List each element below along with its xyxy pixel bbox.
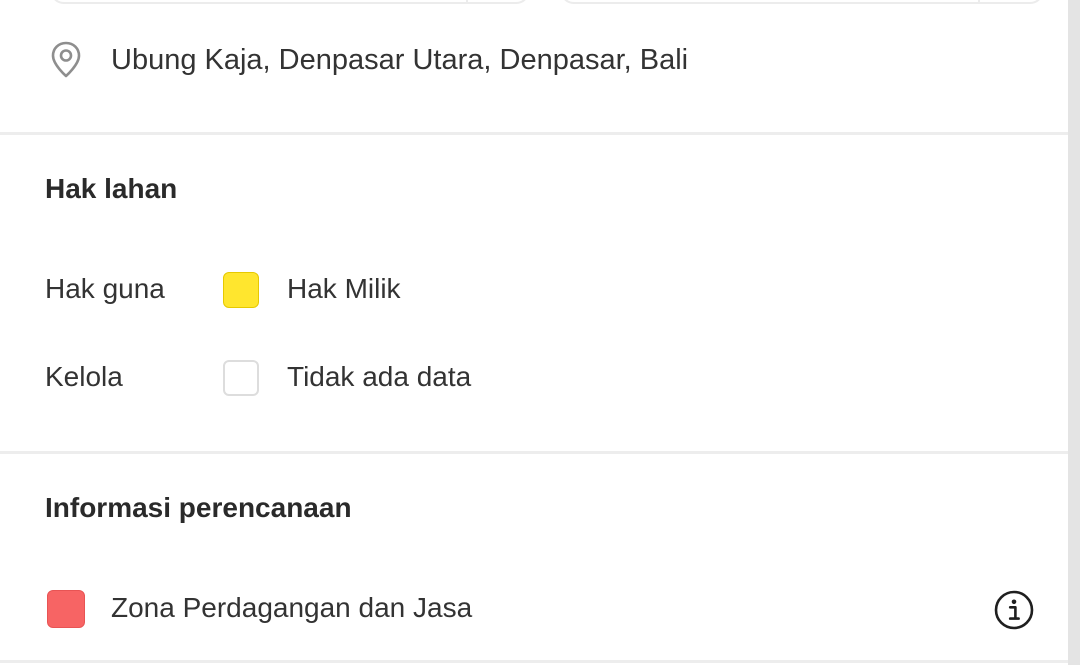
land-right-label-manage: Kelola [45, 361, 123, 392]
top-input-right-separator [978, 0, 980, 2]
land-right-value-manage: Tidak ada data [287, 361, 472, 392]
divider-middle [0, 451, 1068, 454]
land-right-label-use: Hak guna [45, 273, 165, 304]
zone-label: Zona Perdagangan dan Jasa [111, 592, 473, 623]
property-info-panel: Ubung Kaja, Denpasar Utara, Denpasar, Ba… [0, 0, 1068, 665]
info-icon[interactable] [993, 589, 1035, 631]
land-rights-title: Hak lahan [45, 173, 178, 204]
top-input-left-separator [466, 0, 468, 2]
address-row: Ubung Kaja, Denpasar Utara, Denpasar, Ba… [0, 30, 1068, 90]
land-right-value-use: Hak Milik [287, 273, 401, 304]
land-right-swatch-use [223, 272, 259, 308]
location-pin-icon [51, 41, 81, 78]
divider-bottom [0, 660, 1068, 663]
top-input-right[interactable] [560, 0, 1044, 4]
top-input-left[interactable] [50, 0, 530, 4]
divider-top [0, 132, 1068, 135]
side-scroll-gutter [1068, 0, 1080, 665]
zone-swatch [47, 590, 85, 628]
planning-title: Informasi perencanaan [45, 492, 352, 523]
address-text: Ubung Kaja, Denpasar Utara, Denpasar, Ba… [111, 44, 689, 76]
land-right-swatch-manage [223, 360, 259, 396]
